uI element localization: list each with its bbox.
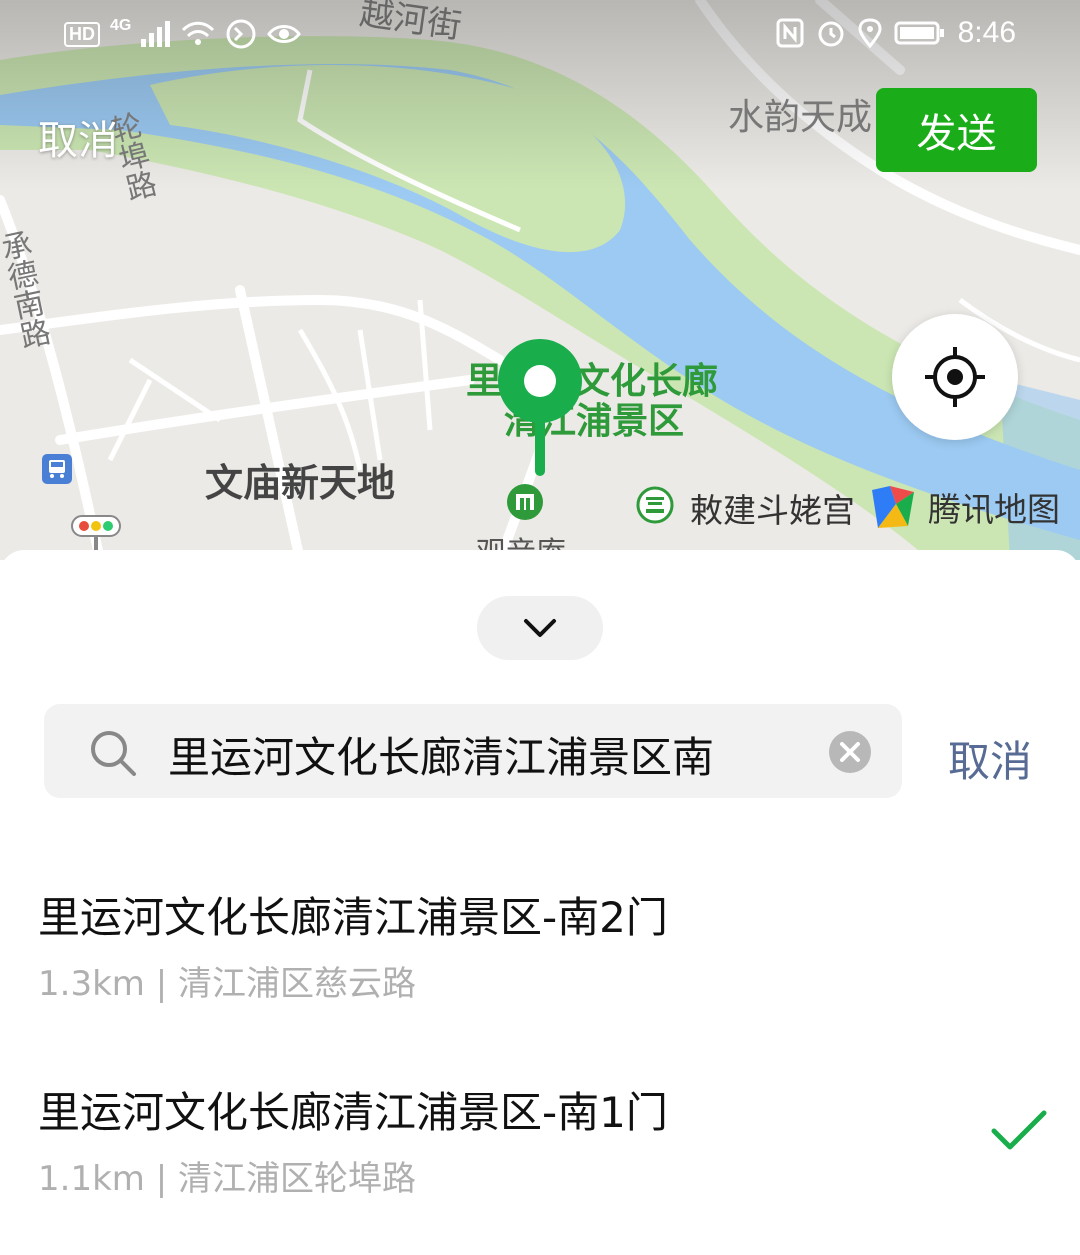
map-label-palace: 敕建斗姥宫 xyxy=(690,491,855,530)
map-label-district: 文庙新天地 xyxy=(205,461,396,505)
scenic-gate-icon[interactable] xyxy=(505,482,545,522)
result-subtitle: 1.3km | 清江浦区慈云路 xyxy=(38,964,416,1004)
battery-icon xyxy=(894,21,944,45)
hd-indicator: HD xyxy=(64,21,100,47)
network-type-indicator: 4G xyxy=(110,17,132,34)
result-title: 里运河文化长廊清江浦景区-南2门 xyxy=(38,893,668,942)
app-notification-icon xyxy=(226,19,256,49)
location-pin-icon[interactable] xyxy=(497,338,583,480)
location-icon xyxy=(858,18,882,48)
tencent-map-logo-icon xyxy=(872,486,914,528)
status-left-indicators: HD 4G xyxy=(64,17,302,50)
result-title: 里运河文化长廊清江浦景区-南1门 xyxy=(38,1088,668,1137)
map-label-waterfront: 水韵天成 xyxy=(728,97,873,138)
map-provider-name: 腾讯地图 xyxy=(928,490,1060,529)
crosshair-icon xyxy=(925,347,985,407)
search-icon xyxy=(91,731,136,776)
alarm-icon xyxy=(818,21,844,47)
map-view[interactable]: 越河街 水韵天成 承德南路 轮埠路 里运河文化长廊 清江浦景区 文庙新天地 敕建… xyxy=(0,0,1080,560)
status-right-indicators: 8:46 xyxy=(776,16,1016,50)
collapse-sheet-button[interactable] xyxy=(477,596,603,660)
status-bar: HD 4G 8:46 xyxy=(0,0,1080,70)
map-provider-logo: 腾讯地图 xyxy=(868,482,1060,532)
bus-stop-icon[interactable] xyxy=(40,452,74,486)
temple-icon[interactable] xyxy=(636,486,674,524)
search-cancel-button[interactable]: 取消 xyxy=(948,728,1032,789)
nfc-icon xyxy=(776,18,804,48)
search-query[interactable]: 里运河文化长廊清江浦景区南 xyxy=(168,724,714,785)
traffic-light-icon xyxy=(71,515,121,550)
locate-me-button[interactable] xyxy=(892,314,1018,440)
result-subtitle: 1.1km | 清江浦区轮埠路 xyxy=(38,1159,416,1199)
eye-icon xyxy=(267,25,302,43)
chevron-down-icon xyxy=(524,619,556,637)
cancel-button[interactable]: 取消 xyxy=(38,108,118,166)
wifi-icon xyxy=(182,21,215,45)
search-input[interactable]: 里运河文化长廊清江浦景区南 xyxy=(44,704,902,798)
selected-check-icon xyxy=(991,1110,1047,1150)
send-button[interactable]: 发送 xyxy=(876,88,1037,172)
search-sheet: 里运河文化长廊清江浦景区南 取消 里运河文化长廊清江浦景区-南2门 1.3km … xyxy=(0,550,1080,1227)
clock: 8:46 xyxy=(957,16,1016,49)
clear-search-icon[interactable] xyxy=(828,730,872,774)
search-result-item[interactable]: 里运河文化长廊清江浦景区-南2门 1.3km | 清江浦区慈云路 xyxy=(0,870,1080,1060)
signal-icon xyxy=(141,21,171,47)
